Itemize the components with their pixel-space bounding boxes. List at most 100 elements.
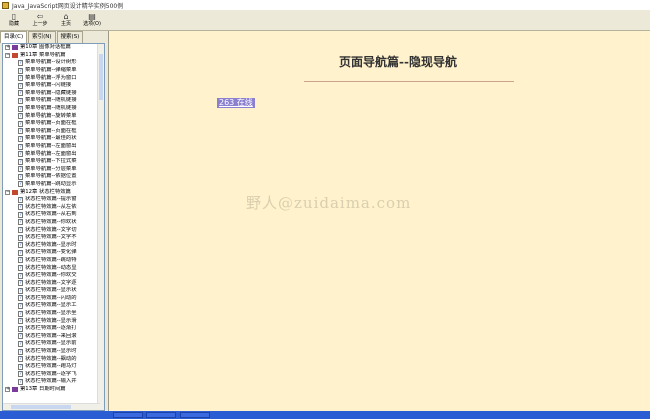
home-button[interactable]: ⌂ 主页 [54,10,78,30]
watermark: 野人@zuidaima.com [246,194,412,212]
tree-page[interactable]: ? 状态栏特效篇--显示时 [3,348,104,356]
tree-page[interactable]: ? 状态栏特效篇--文字切 [3,226,104,234]
tree-page[interactable]: ? 状态栏特效篇--你欢状 [3,219,104,227]
tree-page[interactable]: ? 状态栏特效篇--显示坐 [3,310,104,318]
tree-page[interactable]: ? 状态栏特效篇--闪动的 [3,295,104,303]
tree-label: 状态栏特效篇--来回滚 [25,332,77,339]
tree-page[interactable]: ? 菜单导航篇--随机链接 [3,105,104,113]
page-icon: ? [18,272,23,279]
tree-label: 菜单导航篇--页面在框 [25,127,77,134]
tree-label: 状态栏特效篇--显示滑 [25,317,77,324]
book-icon [12,52,18,58]
tree-page[interactable]: ? 菜单导航篇--左面窗出 [3,143,104,151]
page-icon: ? [18,173,23,180]
tree-label: 状态栏特效篇--从左依 [25,203,77,210]
tree-page[interactable]: ? 菜单导航篇--分层菜单 [3,166,104,174]
page-icon: ? [18,318,23,325]
back-button[interactable]: ⇦ 上一步 [28,10,52,30]
expand-icon[interactable]: + [5,387,10,393]
contents-tree[interactable]: + 第10章 图像对话框篇 − 第11章 菜单导航篇? 菜单导航篇--设计树形? 菜单导航… [2,43,105,411]
tree-page[interactable]: ? 状态栏特效篇--逐字飞 [3,371,104,379]
tree-label: 状态栏特效篇--文字不 [25,234,77,241]
tree-label: 菜单导航篇--设计树形 [25,59,77,66]
tree-page[interactable]: ? 状态栏特效篇--从右到 [3,211,104,219]
tree-page[interactable]: ? 菜单导航篇--设计树形 [3,59,104,67]
scroll-thumb[interactable] [11,405,71,409]
hide-icon: ▯ [11,12,17,21]
tree-vertical-scrollbar[interactable] [97,44,104,410]
tree-page[interactable]: ? 状态栏特效篇--跳动特 [3,257,104,265]
tree-page[interactable]: ? 菜单导航篇--随机链接 [3,97,104,105]
tree-page[interactable]: ? 菜单导航篇--左面窗出 [3,150,104,158]
tree-page[interactable]: ? 菜单导航篇--跳动显示 [3,181,104,189]
taskbar-item[interactable] [146,412,176,418]
book-icon [12,387,18,393]
tree-label: 状态栏特效篇--提示窗 [25,196,77,203]
tree-page[interactable]: ? 菜单导航篇--弹缩菜单 [3,67,104,75]
tree-page[interactable]: ? 状态栏特效篇--文字不 [3,234,104,242]
tree-chapter[interactable]: + 第10章 图像对话框篇 [3,44,104,52]
tree-page[interactable]: ? 菜单导航篇--下拉式菜 [3,158,104,166]
tab-search[interactable]: 搜索(S) [56,31,84,43]
collapse-icon[interactable]: − [5,189,10,195]
example-link[interactable]: 263 在线 [217,98,255,108]
tree-page[interactable]: ? 状态栏特效篇--显示时 [3,241,104,249]
page-icon: ? [18,280,23,287]
tree-page[interactable]: ? 状态栏特效篇--显示工 [3,302,104,310]
page-icon: ? [18,90,23,97]
tree-horizontal-scrollbar[interactable] [3,403,100,410]
tree-page[interactable]: ? 状态栏特效篇--飘动的 [3,355,104,363]
tab-contents[interactable]: 目录(C) [0,31,28,43]
tree-page[interactable]: ? 状态栏特效篇--变化弹 [3,249,104,257]
options-button[interactable]: ▤ 选项(O) [80,10,104,30]
tree-page[interactable]: ? 状态栏特效篇--动态显 [3,264,104,272]
tree-page[interactable]: ? 菜单导航篇--最佳的状 [3,135,104,143]
tree-label: 第12章 状态栏特效篇 [20,188,71,195]
expand-icon[interactable]: + [5,45,10,51]
options-icon: ▤ [88,12,96,21]
tree-page[interactable]: ? 菜单导航篇--旋转菜单 [3,112,104,120]
tree-page[interactable]: ? 状态栏特效篇--显示滑 [3,317,104,325]
tree-page[interactable]: ? 状态栏特效篇--从左依 [3,203,104,211]
tree-page[interactable]: ? 状态栏特效篇--显示前 [3,340,104,348]
tree-page[interactable]: ? 状态栏特效篇--你欢交 [3,272,104,280]
tree-page[interactable]: ? 菜单导航篇--依据位置 [3,173,104,181]
tree-page[interactable]: ? 状态栏特效篇--文字逐 [3,279,104,287]
page-icon: ? [18,242,23,249]
page-icon: ? [18,120,23,127]
tree-page[interactable]: ? 菜单导航篇--页面在框 [3,128,104,136]
tree-label: 菜单导航篇--下拉式菜 [25,158,77,165]
window-title: Java_JavaScript网页设计精华实例500例 [12,2,124,10]
home-label: 主页 [60,21,71,27]
page-icon: ? [18,67,23,74]
tree-page[interactable]: ? 菜单导航篇--浮为窗口 [3,74,104,82]
tree-page[interactable]: ? 状态栏特效篇--跑马灯 [3,363,104,371]
tree-page[interactable]: ? 菜单导航篇--页面在框 [3,120,104,128]
page-icon: ? [18,378,23,385]
taskbar-item[interactable] [180,412,210,418]
nav-tabs: 目录(C) 索引(N) 搜索(S) [0,31,106,43]
tree-page[interactable]: ? 状态栏特效篇--逐渐打 [3,325,104,333]
page-icon: ? [18,287,23,294]
tab-index[interactable]: 索引(N) [28,31,56,43]
tree-label: 菜单导航篇--旋转菜单 [25,112,77,119]
tree-label: 菜单导航篇--页面在框 [25,120,77,127]
tree-chapter[interactable]: + 第13章 日期时间篇 [3,386,104,394]
tree-page[interactable]: ? 状态栏特效篇--输入并 [3,378,104,386]
tree-page[interactable]: ? 状态栏特效篇--来回滚 [3,333,104,341]
collapse-icon[interactable]: − [5,52,10,58]
page-icon: ? [18,113,23,120]
tree-page[interactable]: ? 状态栏特效篇--提示窗 [3,196,104,204]
hide-button[interactable]: ▯ 隐藏 [2,10,26,30]
tree-page[interactable]: ? 状态栏特效篇--显示状 [3,287,104,295]
hide-label: 隐藏 [8,21,19,27]
taskbar-item[interactable] [113,412,143,418]
tree-chapter[interactable]: − 第11章 菜单导航篇 [3,52,104,60]
toolbar: ▯ 隐藏 ⇦ 上一步 ⌂ 主页 ▤ 选项(O) [0,10,650,31]
tree-chapter[interactable]: − 第12章 状态栏特效篇 [3,188,104,196]
tree-page[interactable]: ? 菜单导航篇--隐藏链接 [3,90,104,98]
scroll-thumb[interactable] [99,54,103,100]
page-icon: ? [18,82,23,89]
home-icon: ⌂ [63,12,69,21]
tree-page[interactable]: ? 菜单导航篇--闪链接 [3,82,104,90]
